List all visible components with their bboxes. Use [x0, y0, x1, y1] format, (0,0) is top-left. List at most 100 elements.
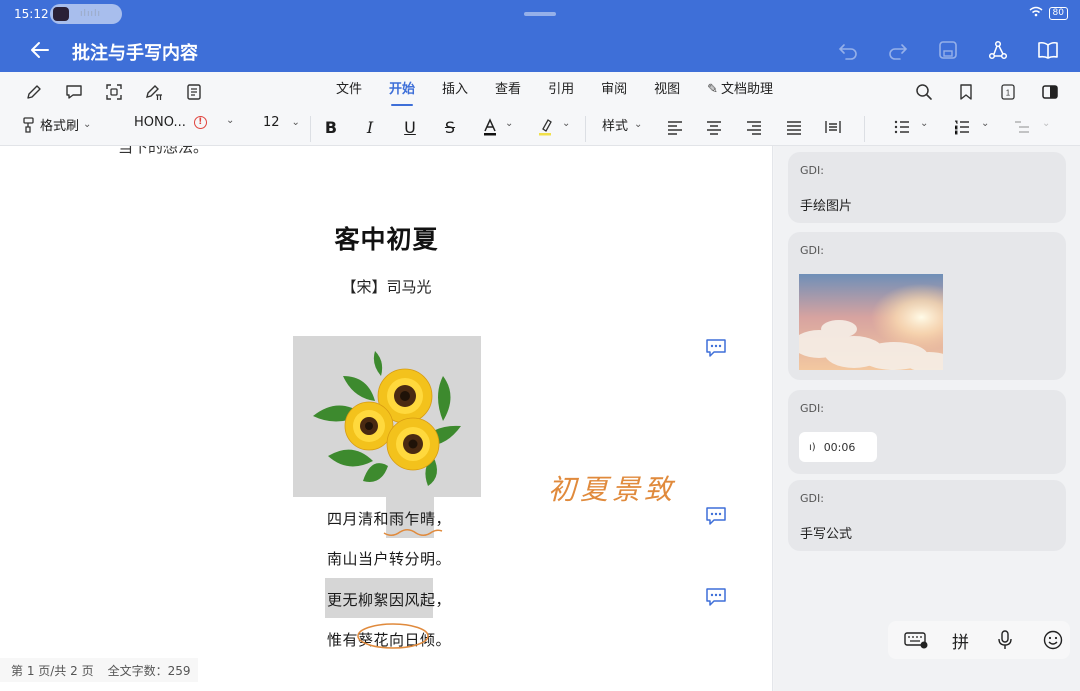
audio-icon: ı): [809, 441, 816, 453]
save-button[interactable]: [934, 36, 962, 64]
font-color-button[interactable]: [478, 115, 502, 139]
poem-title: 客中初夏: [334, 225, 439, 254]
warning-icon: !: [193, 116, 207, 129]
format-brush-label: 格式刷: [40, 119, 80, 134]
title-bar: 15:12 ılıılı 80 批注与手写内容: [0, 0, 1080, 72]
handwritten-annotation[interactable]: 初夏景致: [548, 468, 676, 508]
input-method-bar: 拼: [888, 621, 1070, 659]
share-button[interactable]: [984, 36, 1012, 64]
align-right-button[interactable]: [742, 115, 766, 139]
font-chevron-down-icon[interactable]: ⌄: [226, 115, 234, 126]
comment-icon[interactable]: [705, 338, 727, 358]
numbered-list-button[interactable]: [950, 115, 974, 139]
emoji-icon[interactable]: [1041, 628, 1065, 652]
status-indicators: 80: [1029, 6, 1068, 20]
bookmark-icon[interactable]: [954, 80, 978, 104]
quick-tools: [22, 80, 206, 104]
align-center-button[interactable]: [702, 115, 726, 139]
comment-author: GDI:: [800, 402, 824, 415]
comment-icon[interactable]: [705, 587, 727, 607]
magic-wand-icon: ✎: [707, 82, 719, 97]
chevron-down-icon[interactable]: ⌄: [562, 118, 570, 129]
comment-tool-icon[interactable]: [62, 80, 86, 104]
comment-icon[interactable]: [705, 506, 727, 526]
chevron-down-icon: ⌄: [83, 119, 92, 130]
tab-view[interactable]: 查看: [495, 80, 521, 104]
page-count-icon[interactable]: 1: [996, 80, 1020, 104]
tab-doc-assistant-label: 文档助理: [721, 82, 774, 97]
comment-card[interactable]: GDI: 手写公式: [788, 480, 1066, 551]
tab-home[interactable]: 开始: [389, 80, 415, 106]
window-handle[interactable]: [524, 12, 556, 16]
keyboard-icon[interactable]: [904, 628, 928, 652]
sunflower-drawing[interactable]: [293, 336, 481, 497]
ribbon-toolbar: 文件 开始 插入 查看 引用 审阅 视图 ✎ 文档助理 1 格式刷 ⌄ HONO.…: [0, 72, 1080, 146]
poem-line: 更无柳絮因风起，: [327, 591, 452, 609]
font-size-value: 12: [263, 115, 280, 130]
justify-button[interactable]: [782, 115, 806, 139]
bullet-list-button[interactable]: [890, 115, 914, 139]
comment-author: GDI:: [800, 244, 824, 257]
comments-panel: GDI: 手绘图片 GDI: GDI: ı) 00:06 GDI: 手写公式: [774, 146, 1080, 691]
divider: [310, 116, 311, 142]
font-name-select[interactable]: HONO... !: [134, 115, 207, 130]
microphone-icon[interactable]: [993, 628, 1017, 652]
comment-card[interactable]: GDI: ı) 00:06: [788, 390, 1066, 474]
format-brush-icon: [23, 116, 34, 133]
format-toolbar: 格式刷 ⌄ HONO... ! ⌄ 12 ⌄ B I U S ⌄ ⌄ 样式 ⌄: [0, 112, 1080, 142]
multilevel-list-button[interactable]: [1010, 115, 1034, 139]
italic-button[interactable]: I: [358, 115, 382, 139]
comment-image[interactable]: [799, 274, 943, 370]
comment-author: GDI:: [800, 164, 824, 177]
comment-text: 手写公式: [800, 527, 853, 542]
highlight-button[interactable]: [533, 115, 557, 139]
read-mode-button[interactable]: [1034, 36, 1062, 64]
poem-author: 【宋】司马光: [341, 278, 432, 296]
poem-line: 南山当户转分明。: [327, 550, 452, 568]
pinyin-toggle[interactable]: 拼: [952, 628, 969, 653]
chevron-down-icon[interactable]: ⌄: [981, 118, 989, 129]
redo-button[interactable]: [884, 36, 912, 64]
audio-comment[interactable]: ı) 00:06: [799, 432, 877, 462]
distribute-button[interactable]: [821, 115, 845, 139]
underline-button[interactable]: U: [398, 115, 422, 139]
comment-text: 手绘图片: [800, 199, 853, 214]
bold-button[interactable]: B: [319, 115, 343, 139]
status-time: 15:12: [14, 7, 49, 21]
tab-review[interactable]: 审阅: [601, 80, 627, 104]
battery-icon: 80: [1048, 6, 1068, 20]
font-size-select[interactable]: 12 ⌄: [263, 115, 300, 130]
back-button[interactable]: [26, 36, 54, 64]
search-icon[interactable]: [912, 80, 936, 104]
word-count: 全文字数：259: [107, 663, 191, 678]
styles-button[interactable]: 样式 ⌄: [602, 115, 642, 134]
tab-references[interactable]: 引用: [548, 80, 574, 104]
tab-file[interactable]: 文件: [336, 80, 362, 104]
side-panel-icon[interactable]: [1038, 80, 1062, 104]
ribbon-tabs: 文件 开始 插入 查看 引用 审阅 视图 ✎ 文档助理: [336, 80, 773, 106]
comment-card[interactable]: GDI: 手绘图片: [788, 152, 1066, 223]
scan-icon[interactable]: [102, 80, 126, 104]
poem-line: 四月清和雨乍晴，: [327, 510, 452, 528]
divider: [585, 116, 586, 142]
format-brush-button[interactable]: 格式刷 ⌄: [20, 115, 91, 134]
strikethrough-button[interactable]: S: [438, 115, 462, 139]
handwriting-formula-icon[interactable]: [142, 80, 166, 104]
pen-icon[interactable]: [22, 80, 46, 104]
title-actions: [834, 36, 1062, 64]
document-page[interactable]: 当下的想法。 客中初夏 【宋】司马光 四月清和雨乍晴， 南山当户转分明。 更无柳…: [0, 146, 773, 691]
tab-insert[interactable]: 插入: [442, 80, 468, 104]
avatar: [53, 7, 69, 21]
notes-icon[interactable]: [182, 80, 206, 104]
chevron-down-icon[interactable]: ⌄: [1042, 118, 1050, 129]
comment-card[interactable]: GDI:: [788, 232, 1066, 380]
paragraph-text: 当下的想法。: [118, 146, 209, 156]
chevron-down-icon[interactable]: ⌄: [505, 118, 513, 129]
align-left-button[interactable]: [663, 115, 687, 139]
undo-button[interactable]: [834, 36, 862, 64]
tab-doc-assistant[interactable]: ✎ 文档助理: [707, 80, 773, 104]
chevron-down-icon[interactable]: ⌄: [920, 118, 928, 129]
recording-pill[interactable]: ılıılı: [50, 4, 122, 24]
tab-layout-view[interactable]: 视图: [654, 80, 680, 104]
divider: [864, 116, 865, 142]
